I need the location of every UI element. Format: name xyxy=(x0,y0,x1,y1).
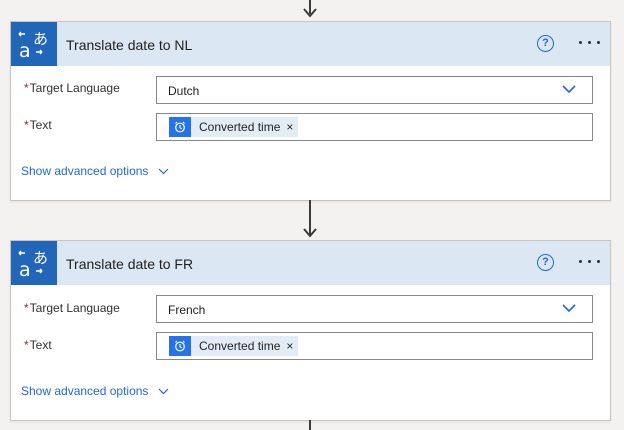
target-language-value: French xyxy=(168,303,206,317)
dynamic-content-token[interactable]: Converted time × xyxy=(169,336,299,356)
more-dots-icon[interactable] xyxy=(577,33,603,51)
translator-icon: a あ xyxy=(11,241,57,285)
card-header[interactable]: a あ Translate date to NL ? xyxy=(11,22,610,66)
target-language-label: *Target Language xyxy=(24,301,120,315)
chevron-down-icon[interactable] xyxy=(562,85,576,94)
target-language-select[interactable]: French xyxy=(156,295,593,323)
help-circle-icon[interactable]: ? xyxy=(537,254,554,271)
dynamic-content-token[interactable]: Converted time × xyxy=(169,117,299,137)
chevron-down-icon xyxy=(158,388,169,395)
arrow-down-icon xyxy=(303,228,317,238)
text-input[interactable]: Converted time × xyxy=(156,332,593,360)
alarm-clock-icon xyxy=(169,117,191,137)
card-title[interactable]: Translate date to NL xyxy=(66,37,192,53)
translator-icon: a あ xyxy=(11,22,57,66)
text-label: *Text xyxy=(24,118,52,132)
target-language-label: *Target Language xyxy=(24,81,120,95)
token-remove-button[interactable]: × xyxy=(286,339,298,353)
required-marker: * xyxy=(24,118,29,132)
flow-connector xyxy=(309,420,311,430)
show-advanced-options-link[interactable]: Show advanced options xyxy=(21,384,169,398)
card-title[interactable]: Translate date to FR xyxy=(66,256,193,272)
action-card-translate-fr: a あ Translate date to FR ? *Target Langu… xyxy=(10,240,611,421)
svg-text:a: a xyxy=(19,259,31,280)
chevron-down-icon xyxy=(158,168,169,175)
more-dots-icon[interactable] xyxy=(577,252,603,270)
alarm-clock-icon xyxy=(169,336,191,356)
svg-text:a: a xyxy=(19,40,31,61)
arrow-down-icon xyxy=(303,8,317,18)
token-remove-button[interactable]: × xyxy=(286,120,298,134)
svg-text:あ: あ xyxy=(33,30,48,48)
required-marker: * xyxy=(24,301,29,315)
text-label: *Text xyxy=(24,338,52,352)
target-language-value: Dutch xyxy=(168,84,200,98)
token-label: Converted time xyxy=(199,339,281,353)
token-label: Converted time xyxy=(199,120,281,134)
help-circle-icon[interactable]: ? xyxy=(537,35,554,52)
target-language-select[interactable]: Dutch xyxy=(156,76,593,104)
show-advanced-options-link[interactable]: Show advanced options xyxy=(21,164,169,178)
action-card-translate-nl: a あ Translate date to NL ? *Target Langu… xyxy=(10,21,611,201)
text-input[interactable]: Converted time × xyxy=(156,113,593,141)
card-header[interactable]: a あ Translate date to FR ? xyxy=(11,241,610,285)
required-marker: * xyxy=(24,81,29,95)
chevron-down-icon[interactable] xyxy=(562,304,576,313)
svg-text:あ: あ xyxy=(33,249,48,267)
required-marker: * xyxy=(24,338,29,352)
